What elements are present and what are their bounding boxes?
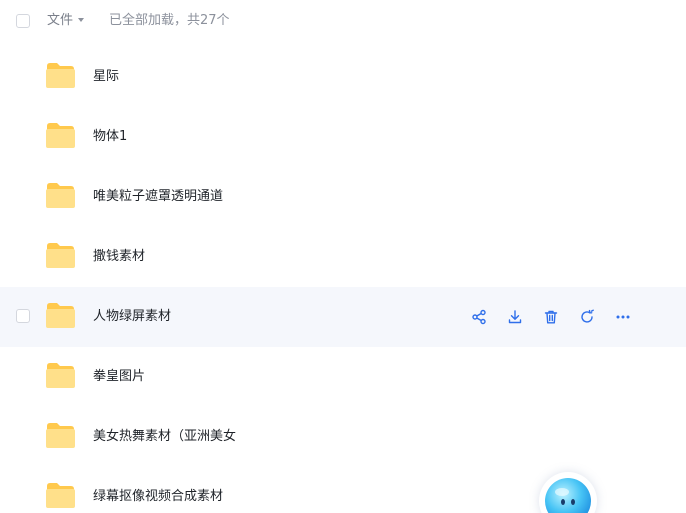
file-name[interactable]: 撒钱素材 bbox=[93, 247, 145, 267]
select-all-checkbox[interactable] bbox=[16, 14, 30, 28]
list-item[interactable]: 美女热舞素材（亚洲美女 bbox=[0, 407, 686, 467]
list-item-hovered[interactable]: 人物绿屏素材 bbox=[0, 287, 686, 347]
loaded-count-text: 已全部加载，共27个 bbox=[109, 13, 230, 28]
list-item[interactable]: 物体1 bbox=[0, 107, 686, 167]
file-list-page: 文件 已全部加载，共27个 星际 物体1 唯美粒子遮罩透明通道 撒钱素材 人物绿… bbox=[0, 0, 686, 513]
folder-icon bbox=[45, 242, 76, 269]
refresh-icon[interactable] bbox=[577, 306, 597, 328]
file-name[interactable]: 物体1 bbox=[93, 127, 127, 147]
folder-icon bbox=[45, 362, 76, 389]
file-name[interactable]: 美女热舞素材（亚洲美女 bbox=[93, 427, 236, 447]
file-name[interactable]: 拳皇图片 bbox=[93, 367, 145, 387]
folder-icon bbox=[45, 302, 76, 329]
folder-icon bbox=[45, 482, 76, 509]
file-name[interactable]: 唯美粒子遮罩透明通道 bbox=[93, 187, 223, 207]
row-checkbox[interactable] bbox=[16, 309, 30, 323]
list-item[interactable]: 唯美粒子遮罩透明通道 bbox=[0, 167, 686, 227]
sort-dropdown-label[interactable]: 文件 bbox=[47, 12, 73, 30]
folder-icon bbox=[45, 122, 76, 149]
file-name[interactable]: 人物绿屏素材 bbox=[93, 307, 171, 327]
mascot-icon bbox=[545, 478, 591, 513]
file-name[interactable]: 星际 bbox=[93, 67, 119, 87]
list-item[interactable]: 星际 bbox=[0, 47, 686, 107]
list-header: 文件 已全部加载，共27个 bbox=[0, 0, 686, 42]
download-icon[interactable] bbox=[505, 306, 525, 328]
folder-icon bbox=[45, 62, 76, 89]
folder-icon bbox=[45, 182, 76, 209]
list-item[interactable]: 拳皇图片 bbox=[0, 347, 686, 407]
assistant-mascot-button[interactable] bbox=[539, 472, 597, 513]
list-item[interactable]: 撒钱素材 bbox=[0, 227, 686, 287]
folder-icon bbox=[45, 422, 76, 449]
share-icon[interactable] bbox=[469, 306, 489, 328]
delete-icon[interactable] bbox=[541, 306, 561, 328]
more-icon[interactable] bbox=[613, 306, 633, 328]
caret-down-icon[interactable] bbox=[78, 18, 84, 22]
file-name[interactable]: 绿幕抠像视频合成素材 bbox=[93, 487, 223, 507]
file-list: 星际 物体1 唯美粒子遮罩透明通道 撒钱素材 人物绿屏素材 拳皇图片 美女热舞素… bbox=[0, 47, 686, 513]
